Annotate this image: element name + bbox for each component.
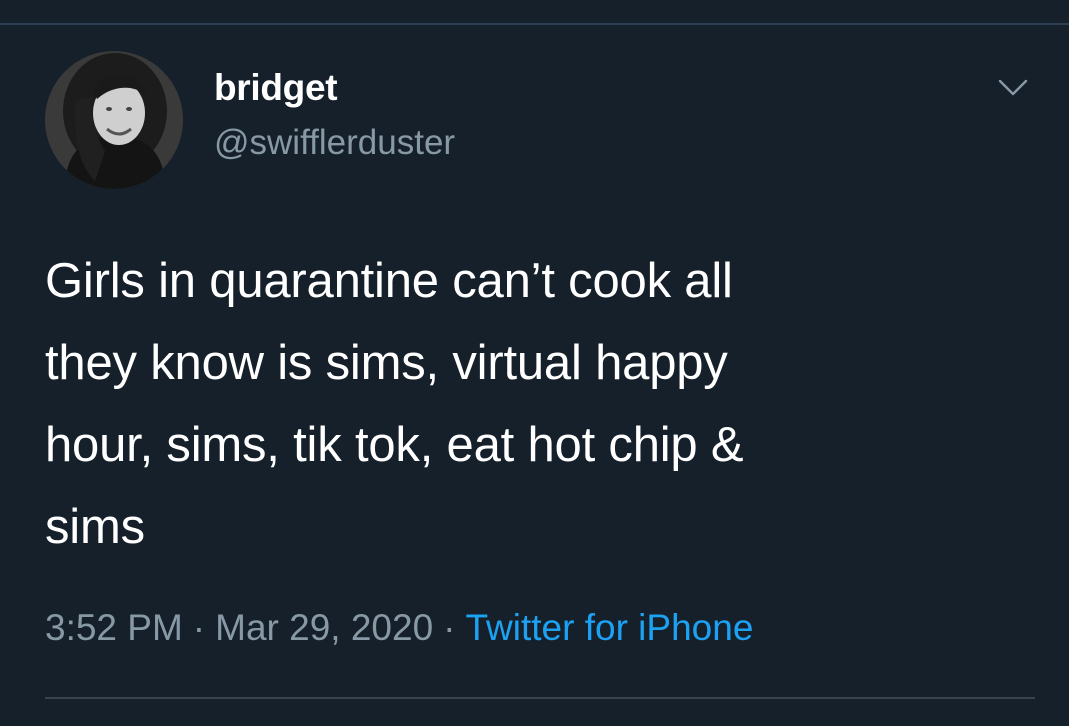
tweet-menu-button[interactable] [996, 72, 1030, 102]
tweet-card: bridget @swifflerduster Girls in quarant… [0, 0, 1069, 726]
tweet-metadata: 3:52 PM · Mar 29, 2020 · Twitter for iPhone [45, 605, 753, 651]
bottom-divider [45, 697, 1035, 699]
author-handle[interactable]: @swifflerduster [214, 122, 455, 164]
author-display-name[interactable]: bridget [214, 66, 455, 110]
meta-separator: · [192, 607, 206, 648]
tweet-date[interactable]: Mar 29, 2020 [215, 607, 433, 648]
author-block: bridget @swifflerduster [214, 66, 455, 164]
tweet-time[interactable]: 3:52 PM [45, 607, 183, 648]
tweet-text: Girls in quarantine can’t cook all they … [45, 254, 744, 554]
chevron-down-icon [998, 79, 1028, 96]
tweet-source-link[interactable]: Twitter for iPhone [465, 607, 753, 648]
meta-separator: · [443, 607, 456, 648]
avatar[interactable] [45, 51, 183, 189]
avatar-photo [45, 51, 183, 189]
